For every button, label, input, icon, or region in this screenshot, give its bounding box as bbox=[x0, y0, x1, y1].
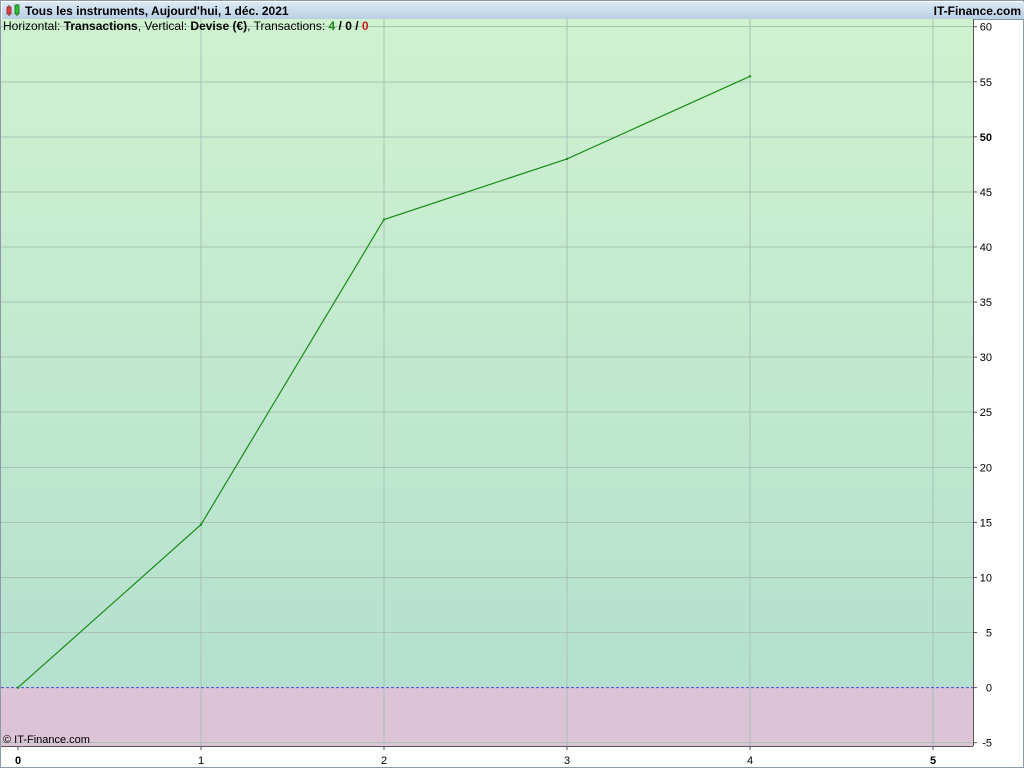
x-tick-labels: 0 1 2 3 4 5 bbox=[15, 746, 936, 767]
y-tick-label: 5 bbox=[986, 628, 992, 640]
x-tick-label: 3 bbox=[564, 755, 570, 767]
line-chart: 605550454035302520151050-5 012345 bbox=[1, 19, 992, 767]
y-tick-label: 20 bbox=[980, 462, 992, 474]
x-tick-label: 2 bbox=[381, 755, 387, 767]
chart-info-line: Horizontal: Transactions, Vertical: Devi… bbox=[3, 19, 369, 33]
positive-area bbox=[1, 19, 973, 688]
y-tick-label: 50 bbox=[980, 132, 992, 144]
y-tick-label: 25 bbox=[980, 407, 992, 419]
y-tick-label: 30 bbox=[980, 352, 992, 364]
y-tick-label: 10 bbox=[980, 572, 992, 584]
data-point bbox=[565, 157, 569, 161]
data-point bbox=[748, 75, 752, 78]
y-tick-label: 55 bbox=[980, 77, 992, 89]
y-tick-label: 0 bbox=[986, 683, 992, 695]
data-point bbox=[16, 686, 20, 689]
copyright-label: © IT-Finance.com bbox=[3, 734, 90, 746]
x-tick-label: 1 bbox=[198, 755, 204, 767]
y-tick-label: 45 bbox=[980, 187, 992, 199]
horizontal-value: Transactions bbox=[63, 19, 138, 33]
x-tick-label: 4 bbox=[747, 755, 753, 767]
vertical-value: Devise (€) bbox=[190, 19, 248, 33]
negative-area bbox=[1, 687, 973, 746]
y-tick-label: 15 bbox=[980, 517, 992, 529]
y-tick-label: 60 bbox=[980, 22, 992, 34]
transactions-loss: 0 bbox=[361, 19, 369, 33]
x-tick-label: 0 bbox=[15, 755, 21, 767]
separator: / bbox=[351, 19, 362, 33]
vertical-label: , Vertical: bbox=[137, 19, 191, 33]
horizontal-label: Horizontal: bbox=[3, 19, 64, 33]
x-tick-label: 5 bbox=[930, 755, 936, 767]
data-point bbox=[382, 218, 386, 221]
transactions-neutral: 0 bbox=[345, 19, 352, 33]
y-tick-label: 35 bbox=[980, 297, 992, 309]
transactions-label: , Transactions: bbox=[247, 19, 329, 33]
y-tick-label: 40 bbox=[980, 242, 992, 254]
y-tick-labels: 605550454035302520151050-5 bbox=[973, 22, 992, 750]
data-point bbox=[199, 523, 203, 526]
separator: / bbox=[335, 19, 346, 33]
y-tick-label: -5 bbox=[982, 738, 992, 750]
